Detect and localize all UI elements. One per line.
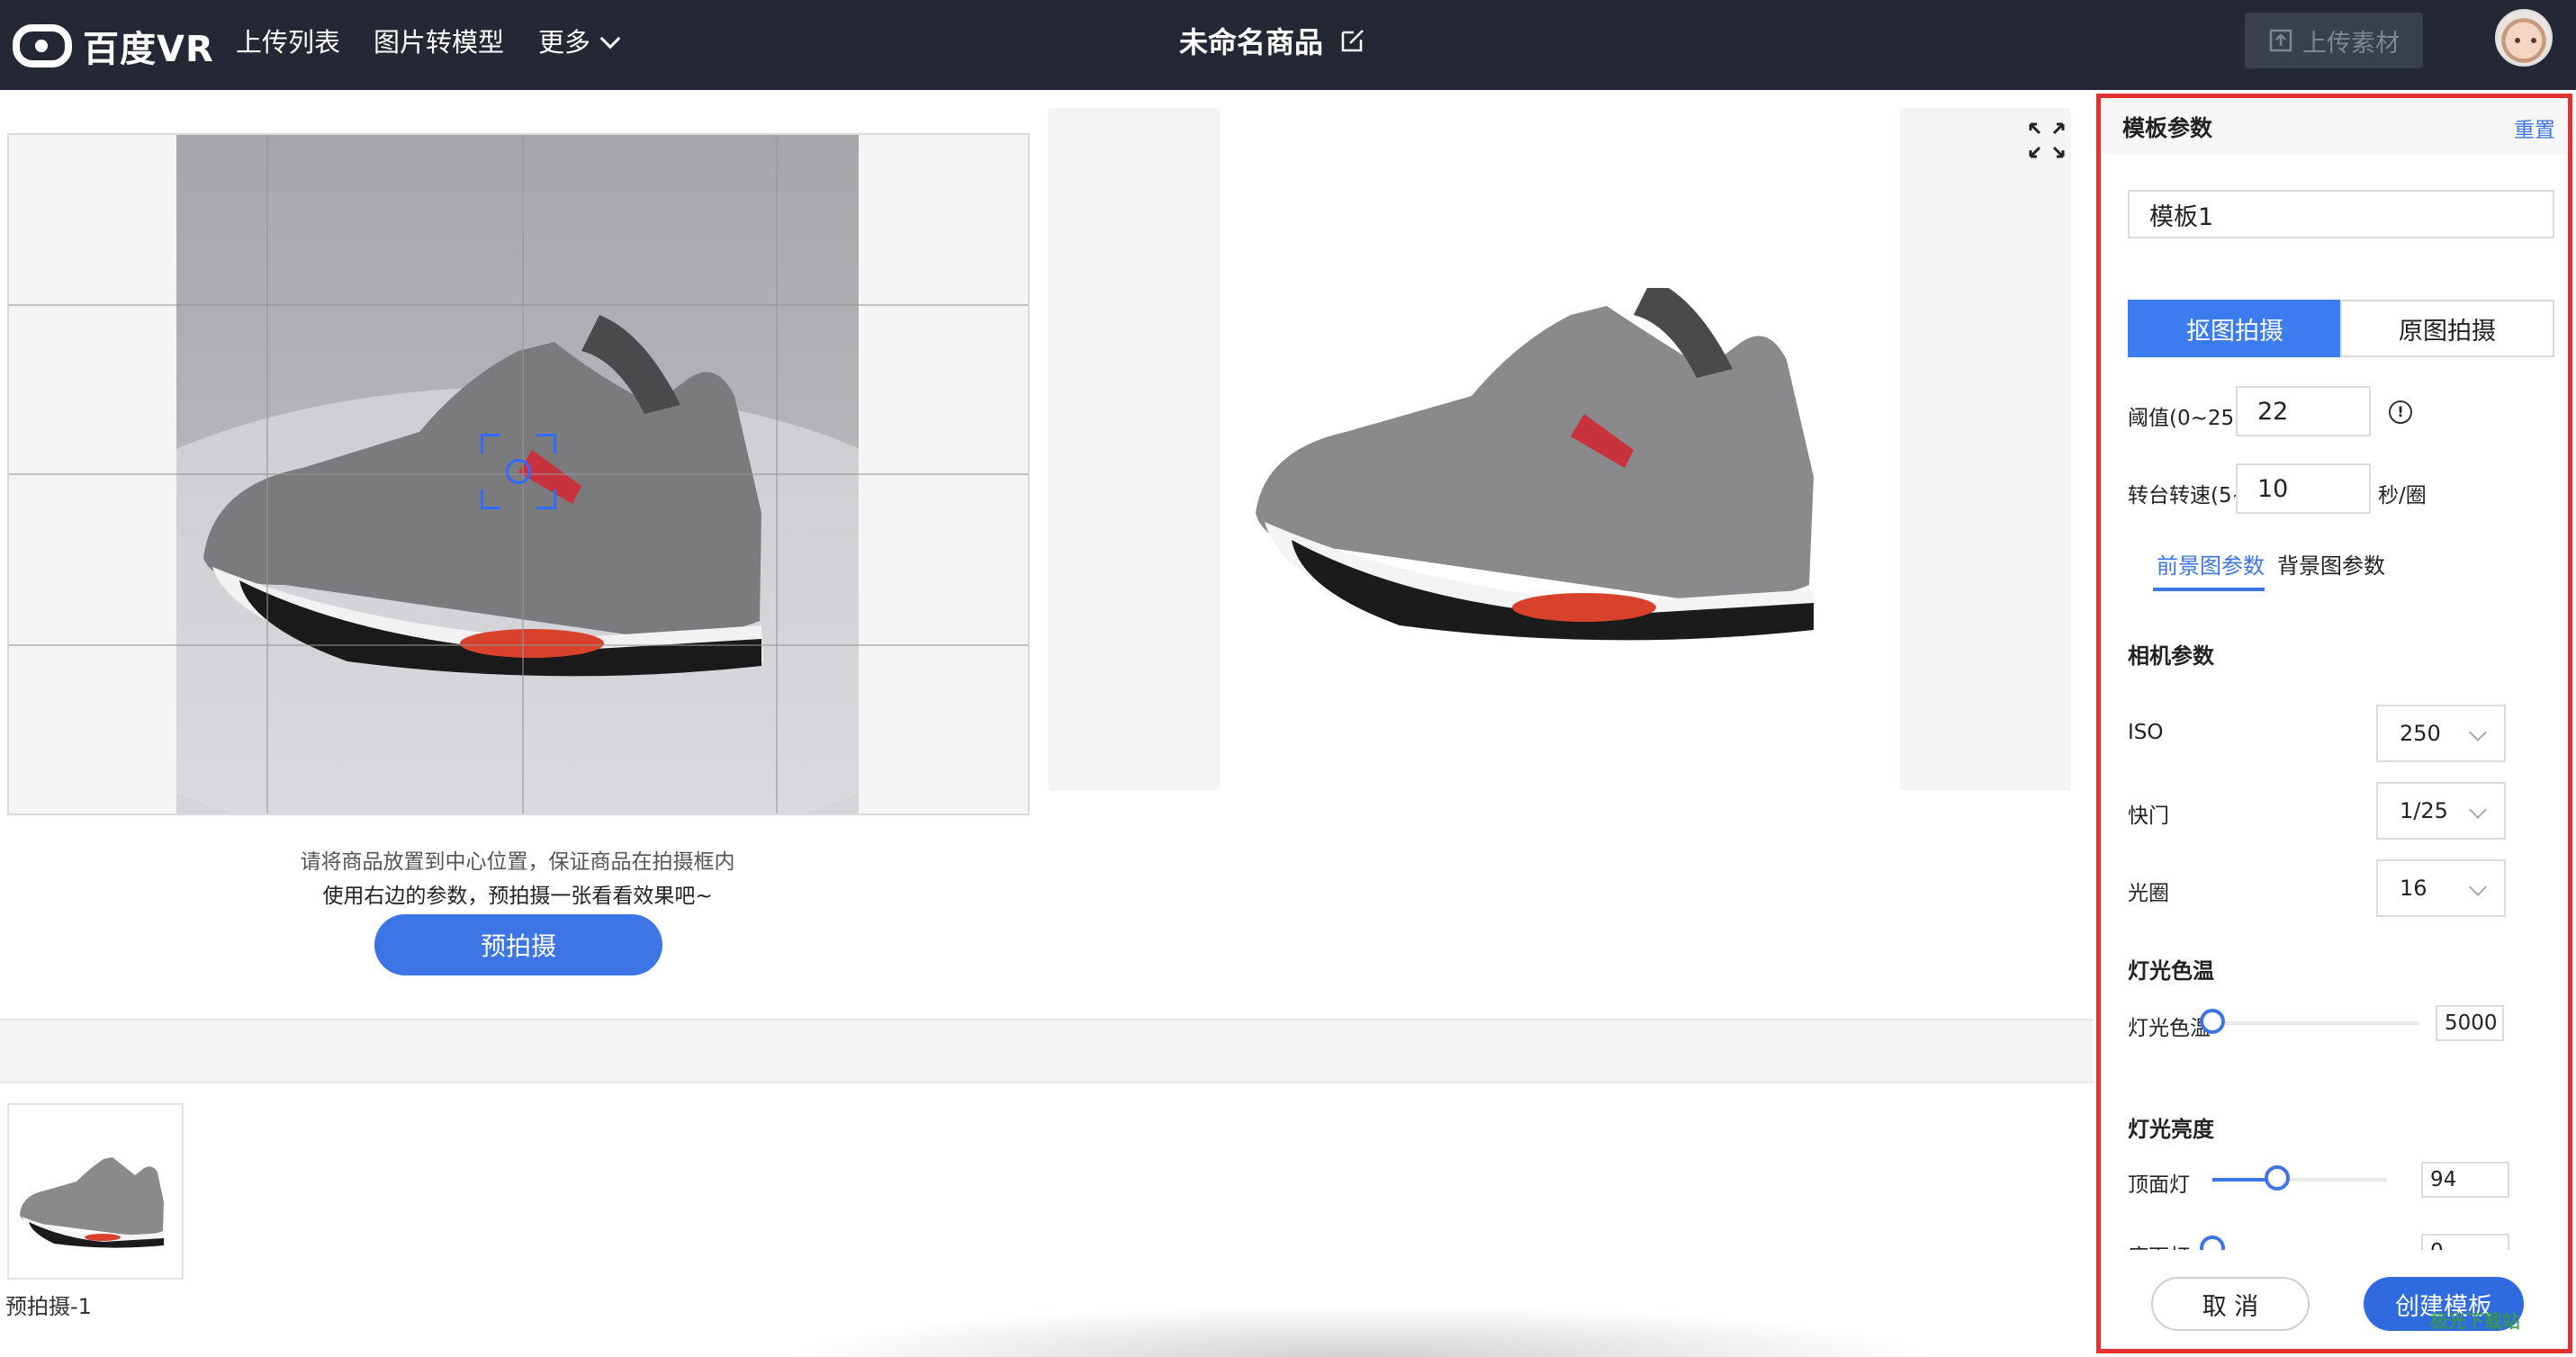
pre-shoot-button[interactable]: 预拍摄 [374,914,662,975]
reset-link[interactable]: 重置 [2514,112,2555,143]
nav-image-to-model[interactable]: 图片转模型 [374,22,504,59]
tab-original-shooting[interactable]: 原图拍摄 [2340,300,2554,357]
preview-right-margin [1900,108,2071,790]
chevron-down-icon [599,28,621,49]
color-temp-heading: 灯光色温 [2128,958,2214,984]
chevron-down-icon [2469,801,2487,819]
chevron-down-icon [2469,878,2487,896]
logo-text: 百度VR [83,29,214,70]
edit-icon[interactable] [1339,27,1366,54]
thumbnail-strip-divider [0,1019,2094,1083]
top-light-label: 顶面灯 [2128,1173,2190,1197]
panel-title: 模板参数 [2122,115,2213,141]
top-light-input[interactable]: 94 [2421,1162,2509,1198]
focus-point-icon[interactable] [481,434,556,509]
upload-label: 上传素材 [2302,29,2400,58]
brightness-heading: 灯光亮度 [2128,1117,2214,1142]
template-parameters-panel: 模板参数 重置 抠图拍摄 原图拍摄 阈值(0~255) ! 转台转速(5~100… [2096,94,2572,1353]
site-watermark: 极光下载站 [2430,1310,2520,1332]
grid-line [9,644,1028,646]
active-tab-indicator [2153,588,2265,591]
iso-label: ISO [2128,721,2164,744]
color-temp-slider-knob[interactable] [2200,1009,2225,1034]
thumbnail-item[interactable] [7,1103,184,1280]
baidu-vr-logo[interactable]: 百度VR [13,20,214,72]
thumbnail-shoe-image [20,1157,164,1248]
upload-material-button[interactable]: 上传素材 [2245,13,2423,68]
fullscreen-icon[interactable] [2025,119,2068,162]
page-title: 未命名商品 [1179,25,1324,59]
aperture-value: 16 [2400,876,2427,901]
turntable-speed-unit: 秒/圈 [2378,484,2427,508]
camera-params-heading: 相机参数 [2128,643,2214,669]
aperture-select[interactable]: 16 [2376,859,2506,917]
panel-footer: 取 消 创建模板 [2101,1250,2568,1349]
placement-hint: 请将商品放置到中心位置，保证商品在拍摄框内 [300,850,735,874]
template-name-input[interactable] [2128,190,2554,238]
color-temp-label: 灯光色温 [2128,1017,2211,1040]
shutter-value: 1/25 [2400,798,2448,823]
nav-more[interactable]: 更多 [538,22,621,59]
chevron-down-icon [2469,723,2487,741]
tab-foreground-params[interactable]: 前景图参数 [2157,548,2265,580]
capture-frame [7,133,1030,815]
user-avatar[interactable] [2495,9,2553,67]
top-light-slider-knob[interactable] [2265,1165,2290,1191]
aperture-label: 光圈 [2128,882,2169,905]
cutout-preview [1049,108,2071,790]
parameter-hint: 使用右边的参数，预拍摄一张看看效果吧~ [322,885,713,908]
color-temp-slider-track[interactable] [2212,1021,2419,1025]
shutter-label: 快门 [2128,804,2169,828]
color-temp-input[interactable]: 5000 [2436,1005,2504,1041]
nav-upload-list[interactable]: 上传列表 [236,22,340,59]
upload-icon [2269,29,2292,52]
threshold-input[interactable] [2236,386,2371,436]
grid-line [9,304,1028,306]
iso-select[interactable]: 250 [2376,705,2506,762]
bottom-shadow [684,1296,2034,1357]
tab-background-params[interactable]: 背景图参数 [2277,548,2385,580]
cutout-shoe-image [1256,288,1815,641]
turntable-speed-input[interactable] [2236,463,2371,514]
tab-cutout-shooting[interactable]: 抠图拍摄 [2128,300,2342,357]
iso-value: 250 [2400,721,2441,746]
nav-more-label: 更多 [538,27,591,58]
thumbnail-label: 预拍摄-1 [5,1294,92,1319]
panel-header: 模板参数 重置 [2101,98,2568,154]
shutter-select[interactable]: 1/25 [2376,782,2506,840]
cancel-button[interactable]: 取 消 [2151,1277,2310,1331]
title-area: 未命名商品 [1179,20,1366,61]
top-navigation-bar: 百度VR 上传列表 图片转模型 更多 未命名商品 上传素材 [0,0,2576,90]
vr-logo-icon [13,24,72,67]
preview-left-margin [1049,108,1220,790]
info-icon[interactable]: ! [2389,400,2412,424]
